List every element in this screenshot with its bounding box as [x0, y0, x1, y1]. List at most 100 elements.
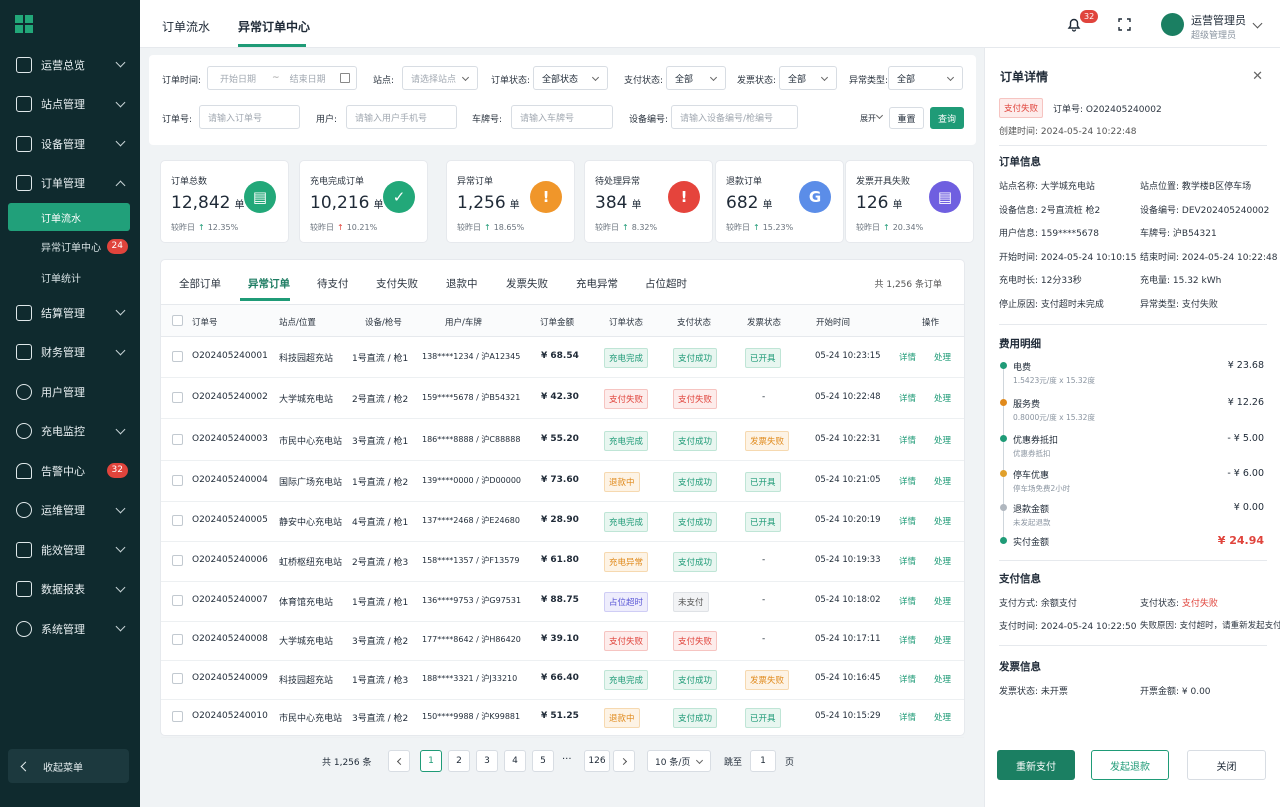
- user-name[interactable]: 运营管理员: [1191, 12, 1246, 28]
- user-phone-input[interactable]: 请输入用户手机号: [346, 105, 457, 129]
- handle-link[interactable]: 处理: [934, 711, 951, 723]
- page-button-last[interactable]: 126: [584, 750, 610, 772]
- repay-button[interactable]: 重新支付: [997, 750, 1075, 780]
- close-icon[interactable]: ✕: [1252, 69, 1263, 84]
- order-number-input[interactable]: 请输入订单号: [199, 105, 300, 129]
- row-checkbox[interactable]: [172, 555, 183, 566]
- sidebar-item-alarms[interactable]: 告警中心 32: [0, 451, 140, 491]
- detail-link[interactable]: 详情: [899, 392, 916, 404]
- close-button[interactable]: 关闭: [1187, 750, 1266, 780]
- row-checkbox[interactable]: [172, 673, 183, 684]
- date-range-picker[interactable]: 开始日期 ~ 结束日期: [207, 66, 357, 90]
- sidebar-item-settlement[interactable]: 结算管理: [0, 293, 140, 333]
- device-number-input[interactable]: 请输入设备编号/枪编号: [671, 105, 798, 129]
- detail-link[interactable]: 详情: [899, 475, 916, 487]
- expand-toggle[interactable]: 展开: [860, 113, 876, 124]
- sidebar-item-overview[interactable]: 运营总览: [0, 45, 140, 85]
- tab-3[interactable]: 支付失败: [376, 276, 418, 291]
- handle-link[interactable]: 处理: [934, 392, 951, 404]
- tab-4[interactable]: 退款中: [446, 276, 478, 291]
- handle-link[interactable]: 处理: [934, 595, 951, 607]
- tab-order-flow[interactable]: 订单流水: [162, 18, 210, 35]
- table-row[interactable]: O202405240009 科技园超充站 1号直流 / 枪3 188****3321 …: [161, 660, 964, 700]
- detail-link[interactable]: 详情: [899, 515, 916, 527]
- sidebar-item-users[interactable]: 用户管理: [0, 372, 140, 412]
- page-button-4[interactable]: 4: [504, 750, 526, 772]
- handle-link[interactable]: 处理: [934, 634, 951, 646]
- chevron-down-icon[interactable]: [1252, 18, 1263, 29]
- page-button-2[interactable]: 2: [448, 750, 470, 772]
- row-checkbox[interactable]: [172, 515, 183, 526]
- sidebar-item-stations[interactable]: 站点管理: [0, 85, 140, 125]
- fullscreen-icon[interactable]: [1118, 18, 1131, 31]
- sidebar-item-maintenance[interactable]: 运维管理: [0, 491, 140, 531]
- table-row[interactable]: O202405240003 市民中心充电站 3号直流 / 枪1 186****8888…: [161, 421, 964, 461]
- sidebar-subitem-abnormal-orders[interactable]: 异常订单中心 24: [0, 231, 140, 262]
- detail-link[interactable]: 详情: [899, 634, 916, 646]
- row-checkbox[interactable]: [172, 634, 183, 645]
- tab-1[interactable]: 异常订单: [248, 276, 290, 291]
- row-checkbox[interactable]: [172, 475, 183, 486]
- next-page-button[interactable]: [613, 750, 635, 772]
- order-status-select[interactable]: 全部状态: [533, 66, 608, 90]
- row-checkbox[interactable]: [172, 711, 183, 722]
- sidebar-subitem-order-stats[interactable]: 订单统计: [0, 262, 140, 293]
- sidebar-item-monitor[interactable]: 充电监控: [0, 412, 140, 452]
- tab-7[interactable]: 占位超时: [645, 276, 687, 291]
- handle-link[interactable]: 处理: [934, 673, 951, 685]
- station-select[interactable]: 请选择站点: [402, 66, 478, 90]
- detail-link[interactable]: 详情: [899, 711, 916, 723]
- table-row[interactable]: O202405240010 市民中心充电站 3号直流 / 枪2 150****9988…: [161, 698, 964, 738]
- sidebar-subitem-order-flow[interactable]: 订单流水: [8, 203, 130, 231]
- sidebar-item-orders[interactable]: 订单管理: [0, 164, 140, 204]
- table-row[interactable]: O202405240005 静安中心充电站 4号直流 / 枪1 137****2468…: [161, 502, 964, 542]
- handle-link[interactable]: 处理: [934, 434, 951, 446]
- invoice-status-select[interactable]: 全部: [779, 66, 837, 90]
- query-button[interactable]: 查询: [930, 107, 964, 129]
- tab-5[interactable]: 发票失败: [506, 276, 548, 291]
- table-row[interactable]: O202405240007 体育馆充电站 1号直流 / 枪1 136****9753 …: [161, 582, 964, 622]
- table-row[interactable]: O202405240006 虹桥枢纽充电站 2号直流 / 枪3 158****1357…: [161, 542, 964, 582]
- row-checkbox[interactable]: [172, 392, 183, 403]
- avatar[interactable]: [1161, 13, 1184, 36]
- select-all-checkbox[interactable]: [172, 315, 183, 326]
- row-checkbox[interactable]: [172, 434, 183, 445]
- reset-button[interactable]: 重置: [889, 107, 924, 129]
- row-checkbox[interactable]: [172, 595, 183, 606]
- sidebar-item-finance[interactable]: 财务管理: [0, 333, 140, 373]
- sidebar-item-devices[interactable]: 设备管理: [0, 124, 140, 164]
- detail-link[interactable]: 详情: [899, 434, 916, 446]
- detail-link[interactable]: 详情: [899, 595, 916, 607]
- page-button-5[interactable]: 5: [532, 750, 554, 772]
- tab-6[interactable]: 充电异常: [576, 276, 618, 291]
- sidebar-item-energy[interactable]: 能效管理: [0, 530, 140, 570]
- handle-link[interactable]: 处理: [934, 475, 951, 487]
- handle-link[interactable]: 处理: [934, 555, 951, 567]
- abnormal-type-select[interactable]: 全部: [888, 66, 963, 90]
- handle-link[interactable]: 处理: [934, 515, 951, 527]
- prev-page-button[interactable]: [388, 750, 410, 772]
- table-row[interactable]: O202405240001 科技园超充站 1号直流 / 枪1 138****1234 …: [161, 338, 964, 378]
- page-size-select[interactable]: 10 条/页: [647, 750, 711, 772]
- tab-0[interactable]: 全部订单: [179, 276, 221, 291]
- collapse-menu-button[interactable]: 收起菜单: [8, 749, 129, 783]
- plate-number-input[interactable]: 请输入车牌号: [511, 105, 613, 129]
- tab-2[interactable]: 待支付: [317, 276, 349, 291]
- table-row[interactable]: O202405240004 国际广场充电站 1号直流 / 枪2 139****0000…: [161, 462, 964, 502]
- detail-link[interactable]: 详情: [899, 555, 916, 567]
- tab-abnormal-orders[interactable]: 异常订单中心: [238, 18, 310, 35]
- sidebar-item-reports[interactable]: 数据报表: [0, 570, 140, 610]
- chevron-down-icon[interactable]: [875, 111, 884, 120]
- detail-link[interactable]: 详情: [899, 351, 916, 363]
- page-button-3[interactable]: 3: [476, 750, 498, 772]
- table-row[interactable]: O202405240008 大学城充电站 3号直流 / 枪2 177****8642 …: [161, 621, 964, 661]
- goto-page-input[interactable]: 1: [750, 750, 776, 772]
- handle-link[interactable]: 处理: [934, 351, 951, 363]
- refund-button[interactable]: 发起退款: [1091, 750, 1169, 780]
- page-button-1[interactable]: 1: [420, 750, 442, 772]
- sidebar-item-system[interactable]: 系统管理: [0, 609, 140, 649]
- table-row[interactable]: O202405240002 大学城充电站 2号直流 / 枪2 159****5678 …: [161, 379, 964, 419]
- row-checkbox[interactable]: [172, 351, 183, 362]
- detail-link[interactable]: 详情: [899, 673, 916, 685]
- pay-status-select[interactable]: 全部: [666, 66, 726, 90]
